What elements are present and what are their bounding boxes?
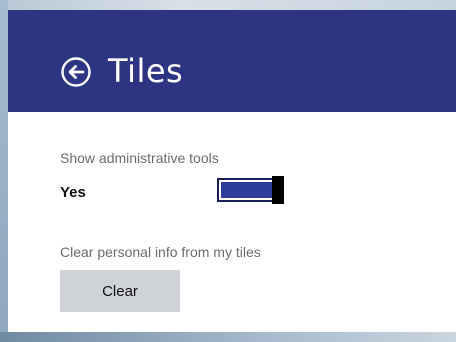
settings-flyout: Tiles Show administrative tools Yes Clea… [8,10,456,332]
admin-tools-state-label: Yes [60,184,86,201]
toggle-thumb[interactable] [272,176,284,204]
desktop-background-left [0,0,8,342]
toggle-fill [221,182,272,198]
admin-tools-label: Show administrative tools [60,150,219,166]
back-arrow-circle-icon [61,57,91,87]
flyout-header: Tiles [8,10,456,112]
clear-button[interactable]: Clear [60,270,180,312]
clear-info-label: Clear personal info from my tiles [60,244,261,260]
flyout-title: Tiles [108,52,184,90]
back-button[interactable] [60,56,92,88]
desktop-background-bottom [0,332,456,342]
desktop-background-top [0,0,456,10]
admin-tools-toggle[interactable] [217,176,284,204]
